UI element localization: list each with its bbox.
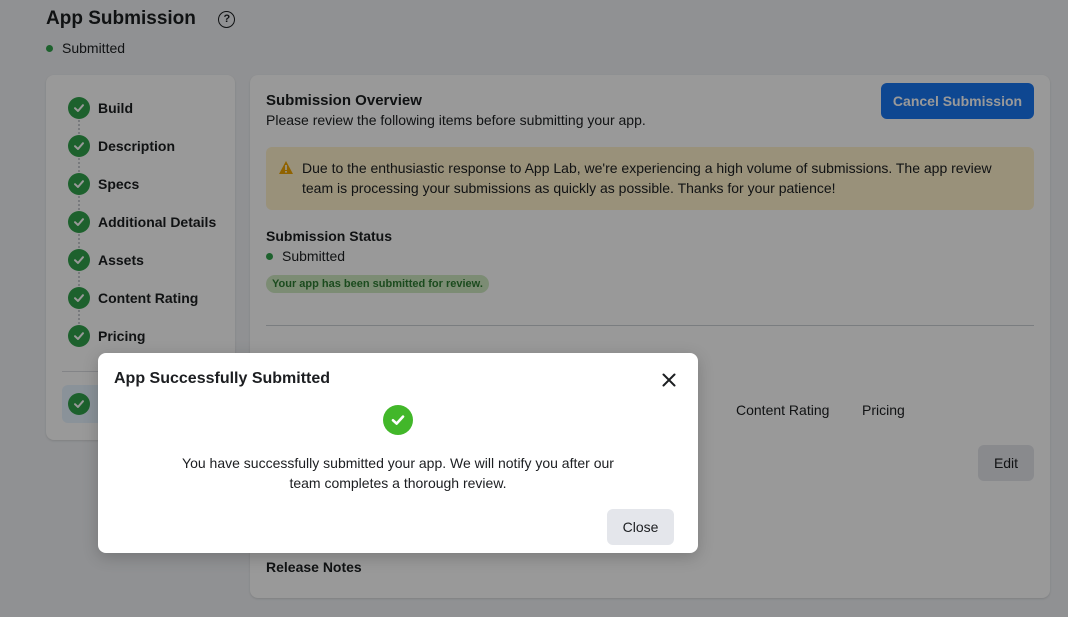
dialog-message: You have successfully submitted your app… [182,455,614,491]
success-dialog: App Successfully Submitted You have succ… [98,353,698,553]
dialog-title: App Successfully Submitted [114,370,331,387]
close-button[interactable]: Close [607,509,674,545]
page: App Submission ? Submitted Build Descrip… [0,0,1068,617]
check-circle-icon [383,405,413,435]
close-icon[interactable] [658,369,680,391]
